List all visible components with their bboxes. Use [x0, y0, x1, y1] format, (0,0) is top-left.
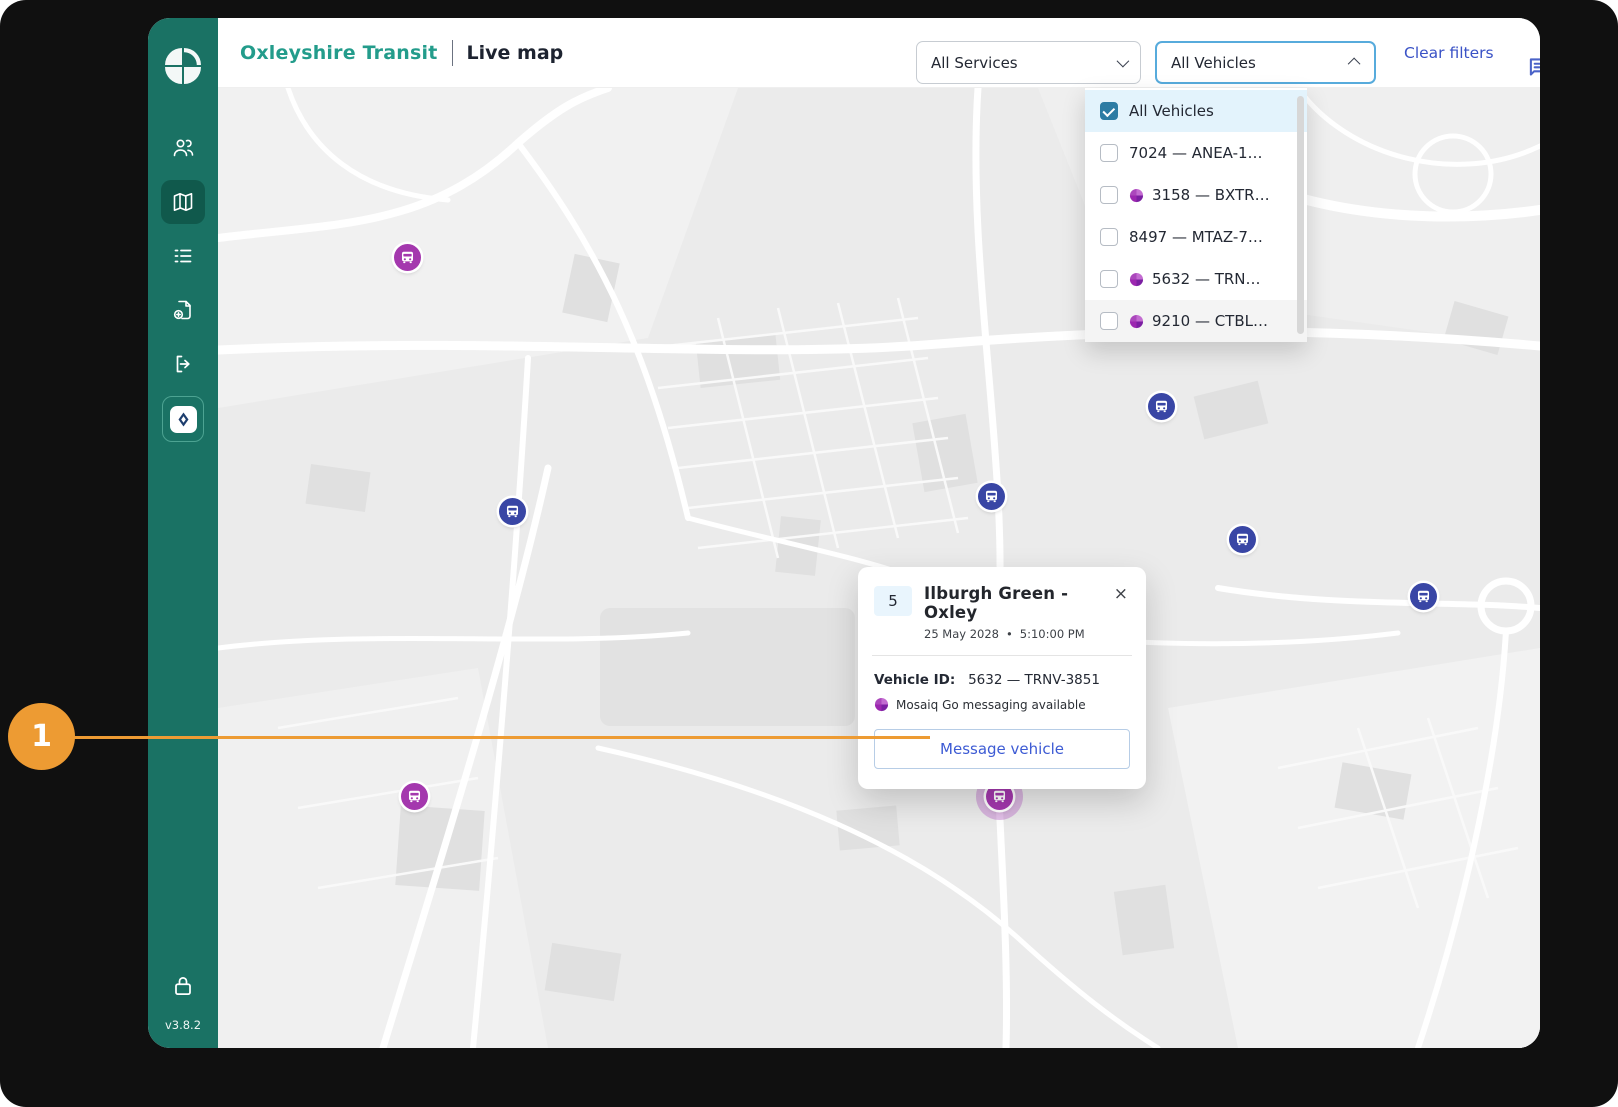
screenshot-frame: v3.8.2 Oxleyshire Transit Live map All S… — [0, 0, 1618, 1107]
vehicles-option-9210[interactable]: 9210 — CTBL… — [1085, 300, 1307, 342]
app-window: v3.8.2 Oxleyshire Transit Live map All S… — [148, 18, 1540, 1048]
bus-icon — [1234, 531, 1251, 548]
vehicle-id-label: Vehicle ID: — [874, 672, 955, 688]
company-logo — [165, 48, 201, 84]
page-title: Live map — [467, 42, 564, 64]
document-add-icon — [171, 298, 195, 322]
checkbox-icon[interactable] — [1100, 186, 1118, 204]
feedback-button[interactable] — [1526, 54, 1540, 80]
chevron-down-icon — [1117, 55, 1130, 68]
vehicle-popup-card: 5 Ilburgh Green - Oxley 25 May 2028 • 5:… — [858, 567, 1146, 789]
mosaiq-logo-icon — [1129, 272, 1144, 287]
vehicle-id-value: 5632 — TRNV-3851 — [960, 672, 1100, 688]
bus-icon — [991, 788, 1008, 805]
map-icon — [171, 190, 195, 214]
bus-icon — [1415, 588, 1432, 605]
vehicles-option-all[interactable]: All Vehicles — [1085, 90, 1307, 132]
route-badge: 5 — [874, 586, 912, 616]
app-version: v3.8.2 — [148, 1018, 218, 1048]
option-label: 9210 — CTBL… — [1152, 312, 1268, 330]
brand-title: Oxleyshire Transit — [240, 42, 438, 64]
checkbox-icon[interactable] — [1100, 228, 1118, 246]
vehicle-marker[interactable] — [978, 483, 1005, 510]
users-icon — [171, 136, 195, 160]
vehicles-option-7024[interactable]: 7024 — ANEA-1… — [1085, 132, 1307, 174]
bus-icon — [1153, 398, 1170, 415]
dot-separator: • — [1006, 627, 1013, 641]
bus-icon — [399, 249, 416, 266]
vehicle-marker[interactable] — [401, 783, 428, 810]
list-icon — [171, 244, 195, 268]
dropdown-scrollbar[interactable] — [1297, 96, 1304, 334]
mosaiq-logo-icon — [1129, 188, 1144, 203]
lock-button[interactable] — [169, 972, 197, 1000]
vehicles-option-5632[interactable]: 5632 — TRN… — [1085, 258, 1307, 300]
sidebar-item-logout[interactable] — [161, 342, 205, 386]
title-divider — [452, 40, 453, 66]
vehicle-marker[interactable] — [1410, 583, 1437, 610]
vehicle-marker[interactable] — [394, 244, 421, 271]
bus-icon — [504, 503, 521, 520]
bus-icon — [406, 788, 423, 805]
clear-filters-link[interactable]: Clear filters — [1404, 18, 1494, 88]
checkbox-icon[interactable] — [1100, 270, 1118, 288]
bus-icon — [983, 488, 1000, 505]
vehicles-filter-select[interactable]: All Vehicles — [1155, 41, 1376, 84]
sidebar-item-app-switcher[interactable] — [162, 396, 204, 442]
mosaiq-logo-icon — [1129, 314, 1144, 329]
vehicles-option-3158[interactable]: 3158 — BXTR… — [1085, 174, 1307, 216]
vehicle-marker[interactable] — [1229, 526, 1256, 553]
sidebar: v3.8.2 — [148, 18, 218, 1048]
sidebar-item-users[interactable] — [161, 126, 205, 170]
popup-divider — [872, 655, 1132, 656]
logout-icon — [171, 352, 195, 376]
option-label: 7024 — ANEA-1… — [1129, 144, 1263, 162]
sidebar-item-live-map[interactable] — [161, 180, 205, 224]
option-label: 5632 — TRN… — [1152, 270, 1261, 288]
checkbox-checked-icon[interactable] — [1100, 102, 1118, 120]
popup-date: 25 May 2028 — [924, 627, 999, 641]
lock-icon — [169, 972, 197, 1000]
vehicles-option-8497[interactable]: 8497 — MTAZ-7… — [1085, 216, 1307, 258]
annotation-step-badge: 1 — [8, 703, 75, 770]
sidebar-item-list[interactable] — [161, 234, 205, 278]
popup-time: 5:10:00 PM — [1020, 627, 1085, 641]
messaging-availability-note: Mosaiq Go messaging available — [896, 698, 1086, 712]
sidebar-item-add-document[interactable] — [161, 288, 205, 332]
annotation-callout-line — [70, 736, 930, 739]
services-filter-value: All Services — [931, 54, 1117, 72]
option-label: 8497 — MTAZ-7… — [1129, 228, 1263, 246]
checkbox-icon[interactable] — [1100, 312, 1118, 330]
checkbox-icon[interactable] — [1100, 144, 1118, 162]
popup-title: Ilburgh Green - Oxley — [924, 584, 1112, 622]
vehicle-marker[interactable] — [499, 498, 526, 525]
vehicles-filter-value: All Vehicles — [1171, 54, 1351, 72]
option-label: All Vehicles — [1129, 102, 1214, 120]
close-icon[interactable]: × — [1112, 584, 1130, 605]
option-label: 3158 — BXTR… — [1152, 186, 1270, 204]
chat-icon — [1526, 54, 1540, 80]
mosaiq-logo-icon — [874, 697, 889, 712]
message-vehicle-button[interactable]: Message vehicle — [874, 729, 1130, 769]
app-switcher-icon — [170, 406, 197, 433]
vehicles-dropdown-panel: All Vehicles 7024 — ANEA-1… 3158 — BXTR… — [1085, 88, 1307, 342]
services-filter-select[interactable]: All Services — [916, 41, 1141, 84]
top-header: Oxleyshire Transit Live map All Services… — [218, 18, 1540, 88]
vehicle-marker[interactable] — [1148, 393, 1175, 420]
